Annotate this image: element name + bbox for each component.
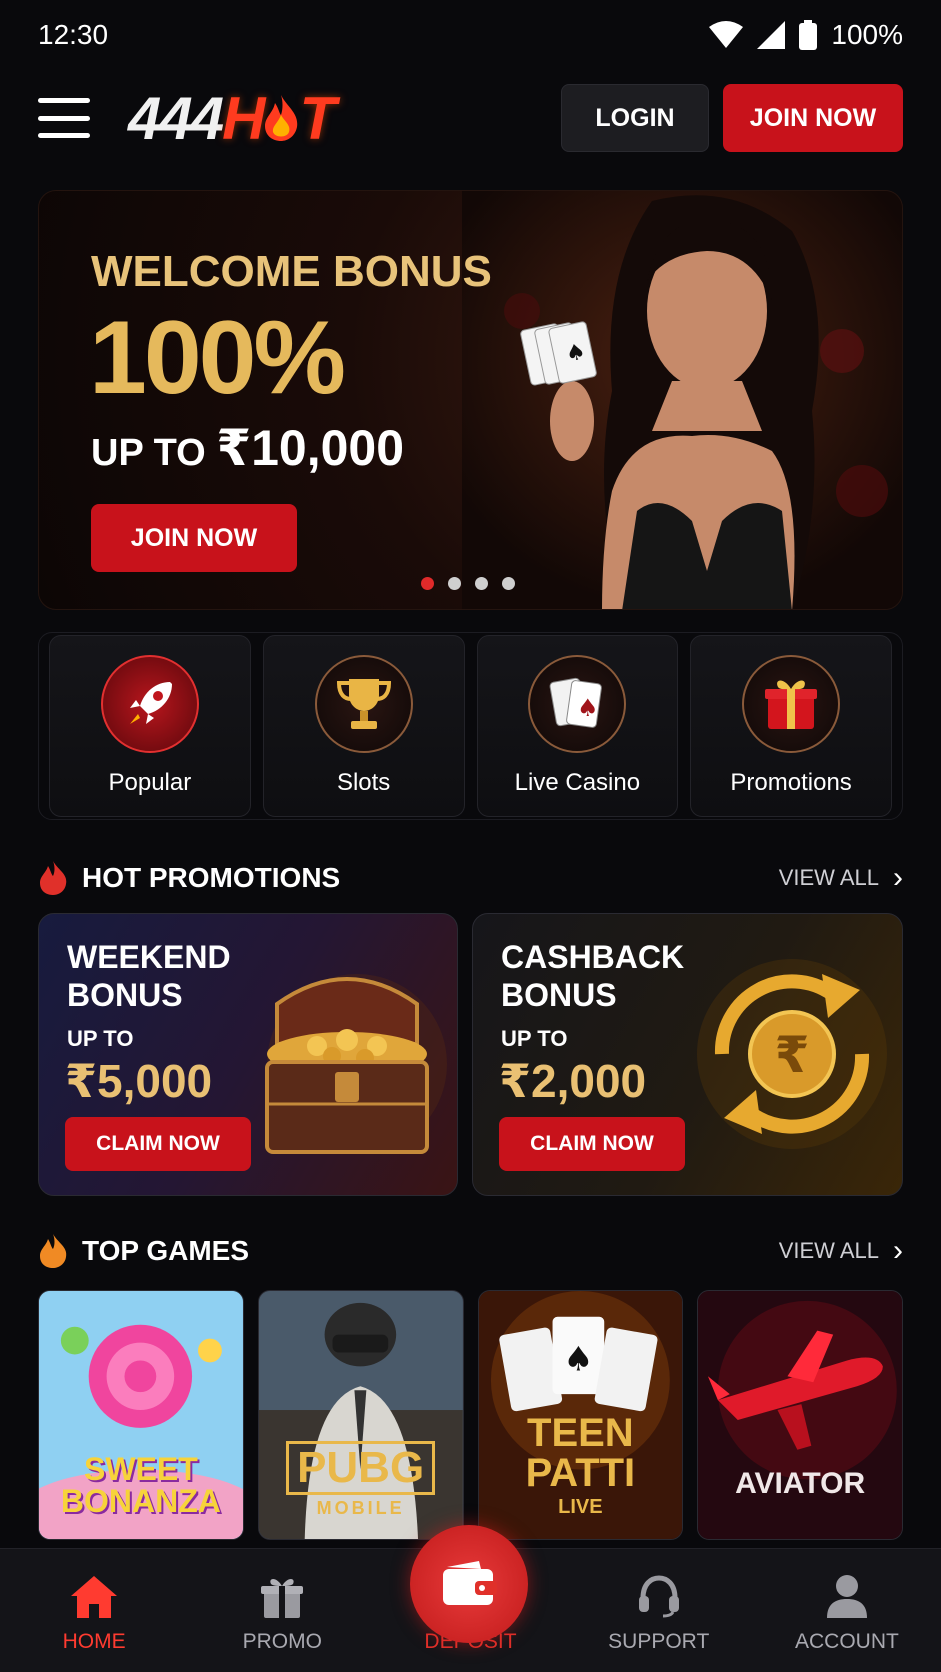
chevron-right-icon: ›	[893, 861, 903, 894]
airplane-icon	[698, 1291, 902, 1539]
welcome-bonus-banner[interactable]: ♠ WELCOME BONUS 100% UP TO ₹10,000 JOIN …	[38, 190, 903, 610]
category-label: Popular	[108, 769, 192, 796]
chevron-right-icon: ›	[893, 1234, 903, 1267]
weekend-bonus-card[interactable]: WEEKEND BONUS UP TO ₹5,000 CLAIM NOW	[38, 913, 458, 1196]
game-tile-aviator[interactable]: AVIATOR	[697, 1290, 903, 1540]
gift-icon	[742, 655, 841, 753]
game-tile-pubg-mobile[interactable]: PUBG MOBILE	[257, 1290, 464, 1540]
svg-text:₹: ₹	[775, 1026, 810, 1084]
claim-now-button[interactable]: CLAIM NOW	[499, 1117, 685, 1171]
carousel-dot[interactable]	[448, 577, 461, 590]
promo-title: CASHBACK BONUS	[501, 939, 685, 1013]
carousel-dot[interactable]	[475, 577, 488, 590]
brand-logo[interactable]: 444 H T	[128, 84, 336, 153]
app-header: 444 H T LOGIN JOIN NOW	[0, 80, 941, 156]
promo-upto: UP TO	[67, 1026, 134, 1051]
svg-text:♠: ♠	[563, 1339, 593, 1378]
hero-amount: UP TO ₹10,000	[91, 420, 405, 476]
category-slots[interactable]: Slots	[262, 635, 465, 817]
view-all-games-link[interactable]: VIEW ALL ›	[779, 1234, 903, 1268]
rocket-icon	[100, 655, 199, 753]
fire-icon	[40, 1234, 67, 1268]
hero-percent: 100%	[89, 300, 346, 416]
status-bar: 12:30 100%	[0, 0, 941, 70]
game-title: AVIATOR	[735, 1467, 866, 1500]
game-title: TEEN PATTI LIVE	[525, 1411, 636, 1518]
claim-now-button[interactable]: CLAIM NOW	[65, 1117, 251, 1171]
top-games-header: TOP GAMES VIEW ALL ›	[38, 1231, 903, 1271]
top-games-row: SWEET BONANZA PUBG MOBILE ♠ TEEN PATTI L…	[38, 1290, 903, 1540]
section-title: TOP GAMES	[82, 1235, 250, 1266]
nav-home[interactable]: HOME	[0, 1549, 188, 1672]
category-popular[interactable]: Popular	[49, 635, 251, 817]
cashback-bonus-card[interactable]: ₹ CASHBACK BONUS UP TO ₹2,000 CLAIM NOW	[472, 913, 903, 1196]
join-now-button[interactable]: JOIN NOW	[723, 84, 903, 152]
nav-promo[interactable]: PROMO	[188, 1549, 376, 1672]
battery-icon	[799, 20, 818, 50]
user-icon	[826, 1575, 867, 1618]
trophy-icon	[314, 655, 413, 753]
login-button[interactable]: LOGIN	[561, 84, 709, 152]
carousel-dot[interactable]	[502, 577, 515, 590]
fire-icon	[40, 861, 67, 895]
treasure-chest-icon	[265, 974, 447, 1154]
wifi-icon	[709, 21, 744, 48]
flame-icon	[265, 95, 298, 141]
promo-amount: ₹2,000	[499, 1055, 647, 1107]
playing-cards-icon: ♠	[528, 655, 627, 753]
status-time: 12:30	[38, 19, 109, 50]
promo-upto: UP TO	[501, 1026, 568, 1051]
nav-support[interactable]: SUPPORT	[565, 1549, 753, 1672]
section-title: HOT PROMOTIONS	[82, 862, 341, 893]
home-icon	[71, 1576, 118, 1618]
signal-icon	[757, 21, 786, 49]
promo-amount: ₹5,000	[65, 1055, 213, 1107]
status-icons: 100%	[709, 19, 903, 51]
hostess-with-cards-image: ♠	[462, 191, 902, 609]
category-promotions[interactable]: Promotions	[690, 635, 892, 817]
category-label: Live Casino	[514, 769, 641, 796]
wallet-icon	[443, 1561, 497, 1605]
hero-title: WELCOME BONUS	[91, 247, 492, 296]
hot-promotions-header: HOT PROMOTIONS VIEW ALL ›	[38, 858, 903, 898]
hero-join-now-button[interactable]: JOIN NOW	[91, 504, 297, 572]
category-live-casino[interactable]: ♠ Live Casino	[476, 635, 679, 817]
gift-icon	[261, 1579, 304, 1618]
battery-percent: 100%	[831, 19, 903, 50]
menu-icon[interactable]	[38, 98, 90, 138]
carousel-indicator	[421, 577, 515, 590]
svg-text:♠: ♠	[577, 694, 599, 722]
headset-icon	[638, 1575, 679, 1618]
game-title: SWEET BONANZA	[60, 1451, 221, 1519]
promo-title: WEEKEND BONUS	[67, 939, 231, 1013]
category-bar: Popular Slots ♠ Live Casino Promotions	[38, 632, 903, 820]
carousel-dot[interactable]	[421, 577, 434, 590]
category-label: Slots	[336, 769, 391, 796]
game-title: PUBG MOBILE	[286, 1441, 436, 1517]
view-all-promotions-link[interactable]: VIEW ALL ›	[779, 861, 903, 895]
category-label: Promotions	[730, 769, 852, 796]
game-tile-sweet-bonanza[interactable]: SWEET BONANZA	[38, 1290, 244, 1540]
game-tile-teen-patti[interactable]: ♠ TEEN PATTI LIVE	[477, 1290, 684, 1540]
nav-account[interactable]: ACCOUNT	[753, 1549, 941, 1672]
rupee-cashback-icon: ₹	[697, 959, 887, 1149]
deposit-button[interactable]	[410, 1525, 528, 1643]
